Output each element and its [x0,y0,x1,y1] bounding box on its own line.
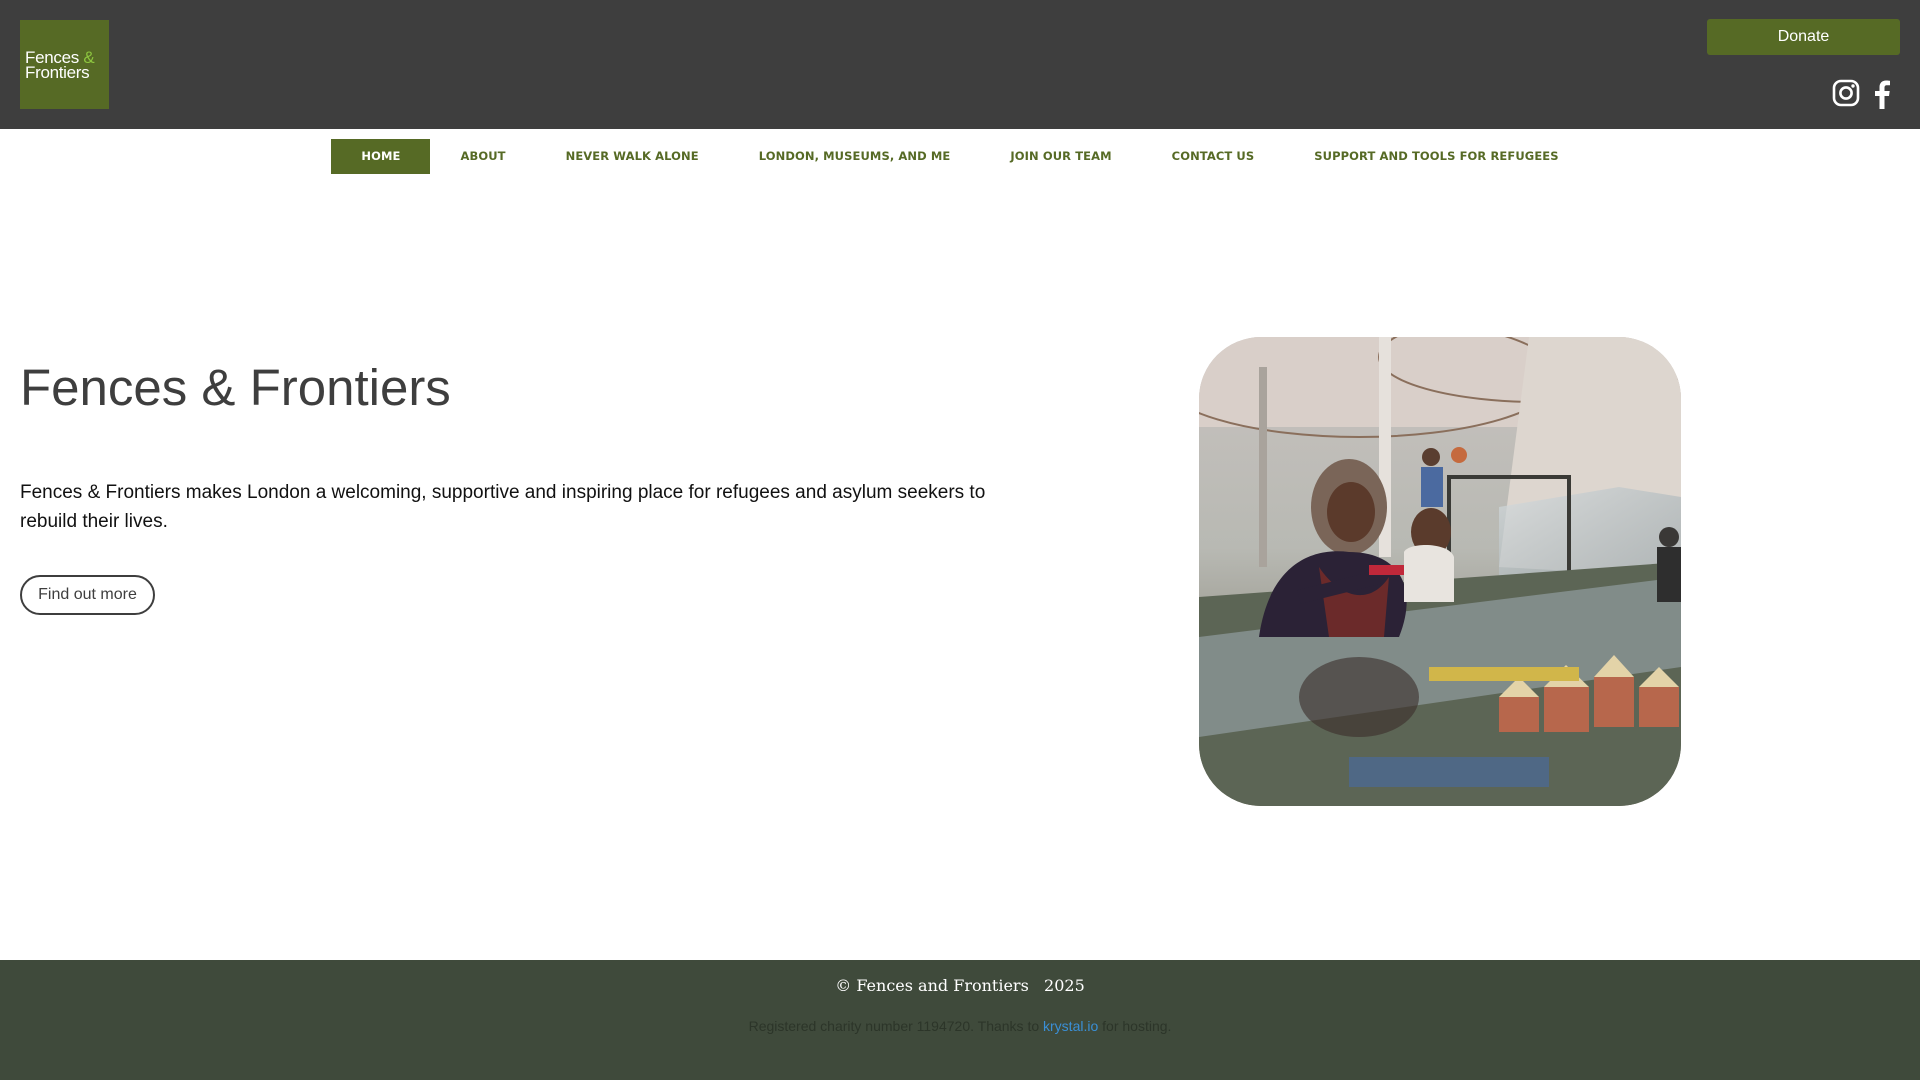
hero-photo [1199,337,1681,806]
logo-line-2: Frontiers [25,62,90,82]
site-logo[interactable]: Fences & Frontiers [20,20,109,109]
hero-title: Fences & Frontiers [20,359,451,416]
nav-item-support-and-tools[interactable]: SUPPORT AND TOOLS FOR REFUGEES [1284,139,1588,174]
site-header: Fences & Frontiers Donate [0,0,1920,129]
main-nav: HOME ABOUT NEVER WALK ALONE LONDON, MUSE… [0,138,1920,174]
nav-item-london-museums-and-me[interactable]: LONDON, MUSEUMS, AND ME [729,139,981,174]
nav-item-contact-us[interactable]: CONTACT US [1142,139,1285,174]
krystal-link[interactable]: krystal.io [1043,1018,1098,1034]
find-out-more-button[interactable]: Find out more [20,575,155,615]
charity-text: Registered charity number 1194720. Thank… [748,1018,1044,1034]
site-footer: © Fences and Frontiers 2025 Registered c… [0,960,1920,1080]
nav-item-join-our-team[interactable]: JOIN OUR TEAM [980,139,1141,174]
nav-item-home[interactable]: HOME [331,138,431,174]
hero-description: Fences & Frontiers makes London a welcom… [20,482,986,532]
facebook-icon[interactable] [1870,78,1894,110]
donate-button[interactable]: Donate [1707,19,1900,55]
nav-item-about[interactable]: ABOUT [430,139,535,174]
instagram-icon[interactable] [1831,78,1861,108]
hosting-text: for hosting. [1098,1018,1172,1034]
nav-item-never-walk-alone[interactable]: NEVER WALK ALONE [536,139,729,174]
charity-info: Registered charity number 1194720. Thank… [0,1018,1920,1034]
copyright-text: © Fences and Frontiers 2025 [835,976,1085,995]
